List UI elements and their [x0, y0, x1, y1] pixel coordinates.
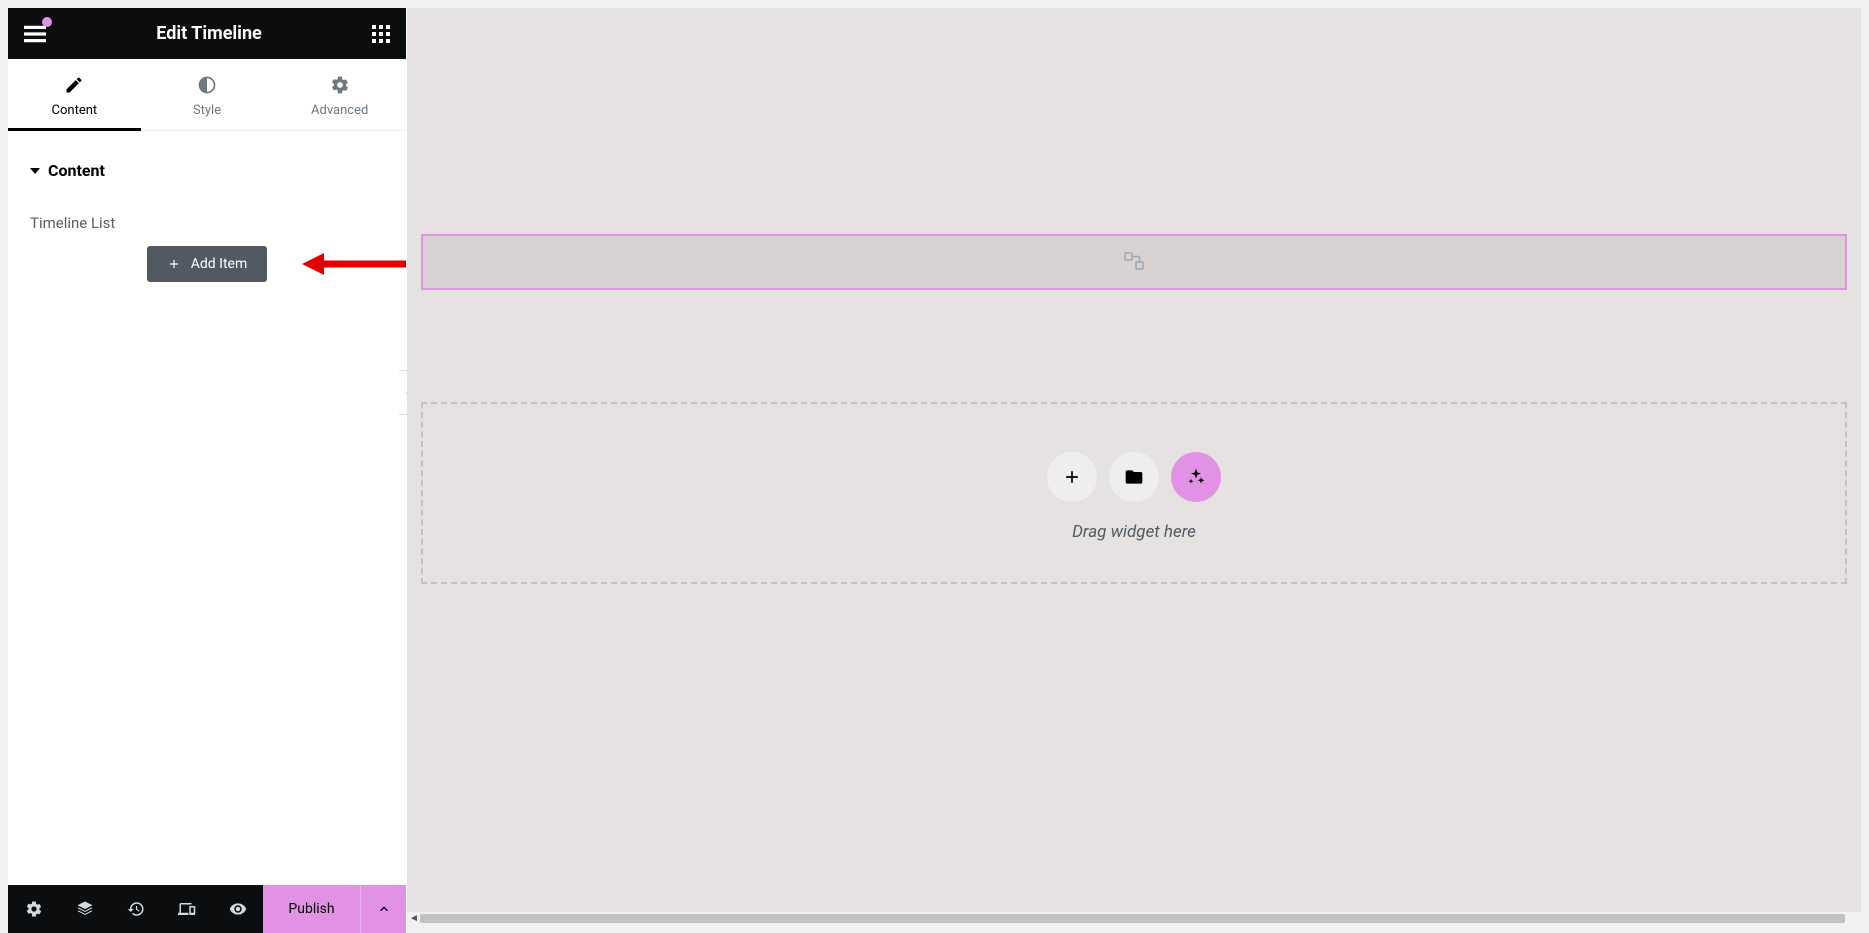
plus-icon — [1062, 467, 1082, 487]
ai-button[interactable] — [1171, 452, 1221, 502]
publish-options-toggle[interactable] — [360, 885, 406, 933]
header-title: Edit Timeline — [156, 23, 262, 44]
arrow-annotation — [302, 250, 406, 278]
widget-placeholder-icon — [1122, 250, 1146, 274]
panel-body: Content Timeline List Add Item — [8, 131, 406, 885]
hamburger-icon — [24, 23, 46, 45]
sparkle-icon — [1186, 467, 1206, 487]
layers-icon — [76, 900, 94, 918]
preview-button[interactable] — [212, 885, 263, 933]
navigator-button[interactable] — [59, 885, 110, 933]
tab-advanced[interactable]: Advanced — [273, 59, 406, 130]
eye-icon — [229, 900, 247, 918]
field-timeline-list: Timeline List Add Item — [8, 198, 406, 282]
field-label: Timeline List — [30, 214, 384, 232]
tab-content[interactable]: Content — [8, 59, 141, 130]
scrollbar-thumb[interactable] — [420, 914, 1845, 923]
tab-label: Style — [193, 103, 221, 118]
tab-style[interactable]: Style — [141, 59, 274, 130]
publish-button[interactable]: Publish — [263, 885, 360, 933]
settings-button[interactable] — [8, 885, 59, 933]
app-root: Edit Timeline Content Style Advanced — [0, 0, 1869, 933]
history-button[interactable] — [110, 885, 161, 933]
gear-icon — [25, 900, 43, 918]
drop-zone-actions — [1047, 452, 1221, 502]
add-item-wrap: Add Item — [30, 246, 384, 282]
widgets-grid-button[interactable] — [372, 25, 390, 43]
contrast-icon — [197, 75, 217, 95]
devices-icon — [178, 900, 196, 918]
editor-sidebar: Edit Timeline Content Style Advanced — [8, 8, 407, 933]
history-icon — [127, 900, 145, 918]
editor-tabs: Content Style Advanced — [8, 59, 406, 131]
add-item-label: Add Item — [191, 256, 248, 272]
responsive-button[interactable] — [161, 885, 212, 933]
drop-zone-text: Drag widget here — [1072, 522, 1196, 542]
add-section-button[interactable] — [1047, 452, 1097, 502]
plus-icon — [167, 257, 181, 271]
preview-canvas[interactable]: Drag widget here ◄ — [407, 8, 1861, 925]
section-title: Content — [48, 161, 105, 180]
selected-timeline-widget[interactable] — [421, 234, 1847, 290]
caret-down-icon — [30, 168, 40, 174]
drop-zone[interactable]: Drag widget here — [421, 402, 1847, 584]
sidebar-header: Edit Timeline — [8, 8, 406, 59]
notification-dot — [42, 17, 52, 27]
add-item-button[interactable]: Add Item — [147, 246, 268, 282]
tab-label: Content — [52, 103, 98, 118]
horizontal-scrollbar[interactable]: ◄ — [407, 912, 1861, 925]
add-template-button[interactable] — [1109, 452, 1159, 502]
folder-icon — [1124, 467, 1144, 487]
tab-label: Advanced — [311, 103, 368, 118]
menu-button[interactable] — [24, 23, 46, 45]
sidebar-footer: Publish — [8, 885, 406, 933]
gear-icon — [330, 75, 350, 95]
scroll-left-arrow[interactable]: ◄ — [409, 913, 419, 924]
chevron-up-icon — [376, 901, 392, 917]
section-content-header[interactable]: Content — [8, 143, 406, 198]
pencil-icon — [64, 75, 84, 95]
canvas-inner: Drag widget here — [407, 8, 1861, 598]
grid-icon — [372, 25, 390, 43]
